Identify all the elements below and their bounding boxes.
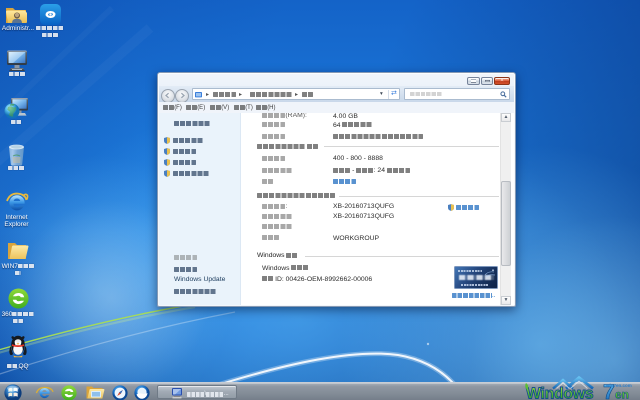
svg-text:win7en.com: win7en.com [605, 383, 632, 388]
svg-text:Windows: Windows [526, 386, 594, 400]
svg-text:en: en [615, 388, 629, 400]
